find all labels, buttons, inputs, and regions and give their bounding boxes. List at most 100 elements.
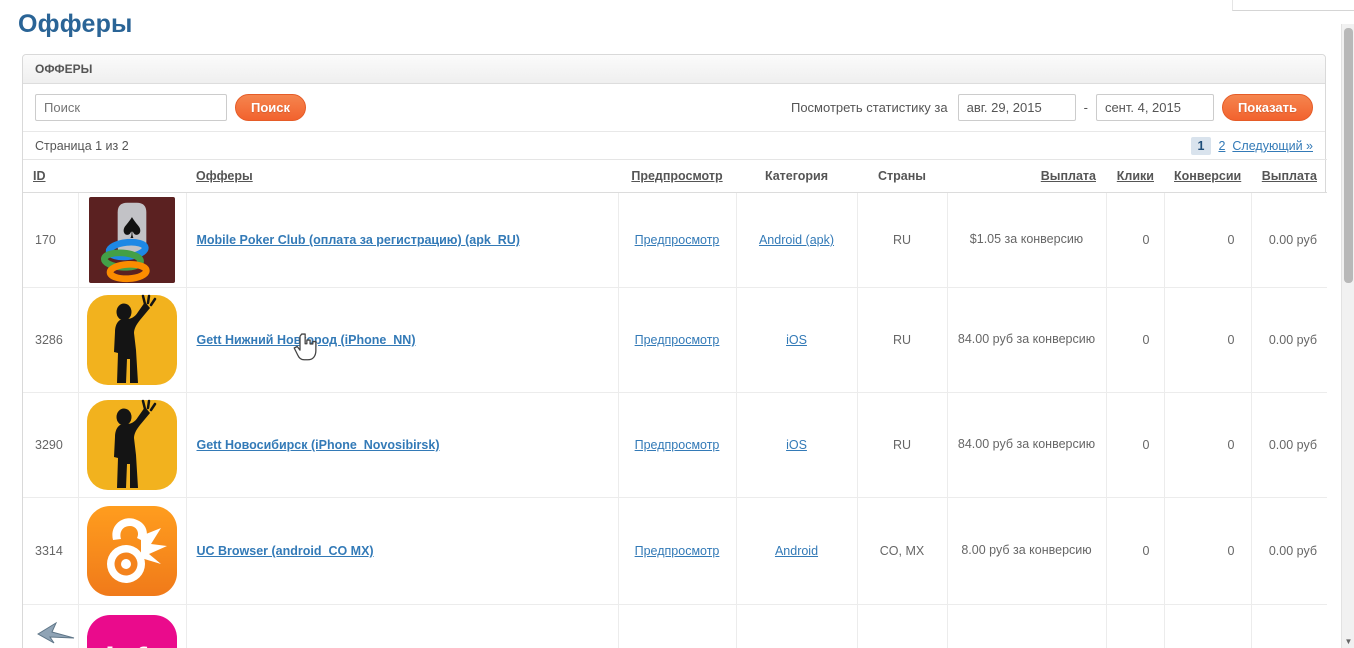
page-title: Офферы: [18, 10, 133, 38]
offer-link[interactable]: Gett Новосибирск (iPhone_Novosibirsk): [197, 438, 440, 452]
gett-icon: [87, 294, 177, 385]
countries-cell: RU: [857, 192, 948, 288]
header-clicks-sort[interactable]: Клики: [1117, 169, 1154, 183]
uc-browser-icon: [87, 506, 177, 596]
pagination-bar: Страница 1 из 2 1 2 Следующий »: [23, 132, 1325, 159]
pager-page-1[interactable]: 1: [1190, 137, 1212, 155]
offer-name-cell: Gett Новосибирск (iPhone_Novosibirsk): [186, 392, 619, 498]
show-button[interactable]: Показать: [1221, 94, 1313, 121]
clicks-cell: 0: [1106, 192, 1165, 288]
offer-name-cell: Lyft US National (iPhone_US): [186, 604, 619, 648]
offers-page: Офферы ОФФЕРЫ Поиск Посмотреть статистик…: [0, 0, 1354, 648]
header-countries: Страны: [857, 159, 947, 193]
header-payout: Выплата: [947, 159, 1106, 193]
countries-cell: RU: [857, 392, 948, 498]
category-link[interactable]: Android: [775, 544, 818, 558]
pager-page-2[interactable]: 2: [1218, 139, 1225, 153]
countries-cell: CO, MX: [857, 497, 948, 605]
table-row: 3290 Gett Новосибирск (iPhone_Novosibirs…: [23, 392, 1327, 498]
offer-icon-cell: [78, 287, 187, 393]
header-conversions-sort[interactable]: Конверсии: [1174, 169, 1241, 183]
gett-icon: [87, 399, 177, 490]
offer-icon-cell: ♠: [78, 192, 187, 288]
panel-header: ОФФЕРЫ: [23, 55, 1325, 84]
preview-cell: Предпросмотр: [618, 287, 737, 393]
search-input[interactable]: [35, 94, 227, 121]
header-offers: Офферы: [186, 159, 618, 193]
header-icon: [78, 159, 186, 193]
category-link[interactable]: iOS: [786, 438, 807, 452]
table-row: 3246 lyft Lyft US National (iPhone_US) П…: [23, 604, 1327, 648]
offer-icon-cell: [78, 497, 187, 605]
date-separator: -: [1083, 100, 1088, 115]
payout-cell: 84.00 руб за конверсию: [947, 287, 1107, 393]
stats-label: Посмотреть статистику за: [790, 100, 948, 115]
scrollbar-thumb[interactable]: [1344, 28, 1353, 283]
category-cell: iOS: [736, 287, 858, 393]
header-offers-sort[interactable]: Офферы: [196, 169, 253, 183]
preview-link[interactable]: Предпросмотр: [635, 544, 720, 558]
countries-cell: US: [857, 604, 948, 648]
search-button[interactable]: Поиск: [235, 94, 307, 121]
preview-cell: Предпросмотр: [618, 192, 737, 288]
category-cell: Android: [736, 497, 858, 605]
preview-cell: Предпросмотр: [618, 497, 737, 605]
header-id-sort[interactable]: ID: [33, 169, 46, 183]
mobile-poker-club-icon: ♠: [89, 197, 175, 283]
preview-link[interactable]: Предпросмотр: [635, 233, 720, 247]
offer-name-cell: Gett Нижний Новгород (iPhone_NN): [186, 287, 619, 393]
offer-icon-cell: [78, 392, 187, 498]
date-to-input[interactable]: [1095, 94, 1214, 121]
category-link[interactable]: iOS: [786, 333, 807, 347]
table-row: 170 ♠ Mobile Poker Club (оплата за регис: [23, 192, 1327, 288]
clicks-cell: 0: [1106, 604, 1165, 648]
offer-id: 3290: [23, 392, 79, 498]
table-row: 3314 UC Browser (android_CO MX) Предпрос…: [23, 497, 1327, 605]
payout-total-cell: 0.00 руб: [1251, 392, 1327, 498]
header-preview: Предпросмотр: [618, 159, 736, 193]
category-link[interactable]: Android (apk): [759, 233, 834, 247]
offer-id: 3314: [23, 497, 79, 605]
conversions-cell: 0: [1164, 192, 1252, 288]
conversions-cell: 0: [1164, 287, 1252, 393]
pager-next-link[interactable]: Следующий »: [1232, 139, 1313, 153]
countries-cell: RU: [857, 287, 948, 393]
svg-text:lyft: lyft: [105, 640, 159, 648]
conversions-cell: 0: [1164, 604, 1252, 648]
clicks-cell: 0: [1106, 287, 1165, 393]
header-preview-sort[interactable]: Предпросмотр: [631, 169, 722, 183]
preview-link[interactable]: Предпросмотр: [635, 438, 720, 452]
pager: 1 2 Следующий »: [1190, 137, 1313, 155]
clicks-cell: 0: [1106, 497, 1165, 605]
offer-link[interactable]: UC Browser (android_CO MX): [197, 544, 374, 558]
clicks-cell: 0: [1106, 392, 1165, 498]
header-payout-sort[interactable]: Выплата: [1041, 169, 1096, 183]
payout-cell: $2.73 за конверсию: [947, 604, 1107, 648]
header-payout-total-sort[interactable]: Выплата: [1262, 169, 1317, 183]
category-cell: iOS: [736, 392, 858, 498]
header-payout-total: Выплата: [1251, 159, 1327, 193]
offer-id: 3246: [23, 604, 79, 648]
payout-cell: $1.05 за конверсию: [947, 192, 1107, 288]
page-info: Страница 1 из 2: [35, 139, 129, 153]
conversions-cell: 0: [1164, 392, 1252, 498]
header-conversions: Конверсии: [1164, 159, 1251, 193]
header-clicks: Клики: [1106, 159, 1164, 193]
header-id: ID: [23, 159, 78, 193]
toolbar: Поиск Посмотреть статистику за - Показат…: [23, 84, 1325, 132]
scrollbar-down-arrow[interactable]: ▼: [1343, 637, 1354, 646]
preview-cell: Предпросмотр: [618, 392, 737, 498]
payout-total-cell: 0.00 руб: [1251, 287, 1327, 393]
stats-date-group: Посмотреть статистику за - Показать: [791, 94, 1313, 121]
payout-total-cell: 0.00 руб: [1251, 192, 1327, 288]
category-cell: Android (apk): [736, 192, 858, 288]
preview-link[interactable]: Предпросмотр: [635, 333, 720, 347]
payout-total-cell: 0.00 руб: [1251, 604, 1327, 648]
offer-id: 3286: [23, 287, 79, 393]
offer-name-cell: UC Browser (android_CO MX): [186, 497, 619, 605]
offer-link[interactable]: Gett Нижний Новгород (iPhone_NN): [197, 333, 416, 347]
date-from-input[interactable]: [957, 94, 1076, 121]
vertical-scrollbar[interactable]: ▼: [1341, 24, 1354, 648]
offer-name-cell: Mobile Poker Club (оплата за регистрацию…: [186, 192, 619, 288]
offer-link[interactable]: Mobile Poker Club (оплата за регистрацию…: [197, 233, 520, 247]
